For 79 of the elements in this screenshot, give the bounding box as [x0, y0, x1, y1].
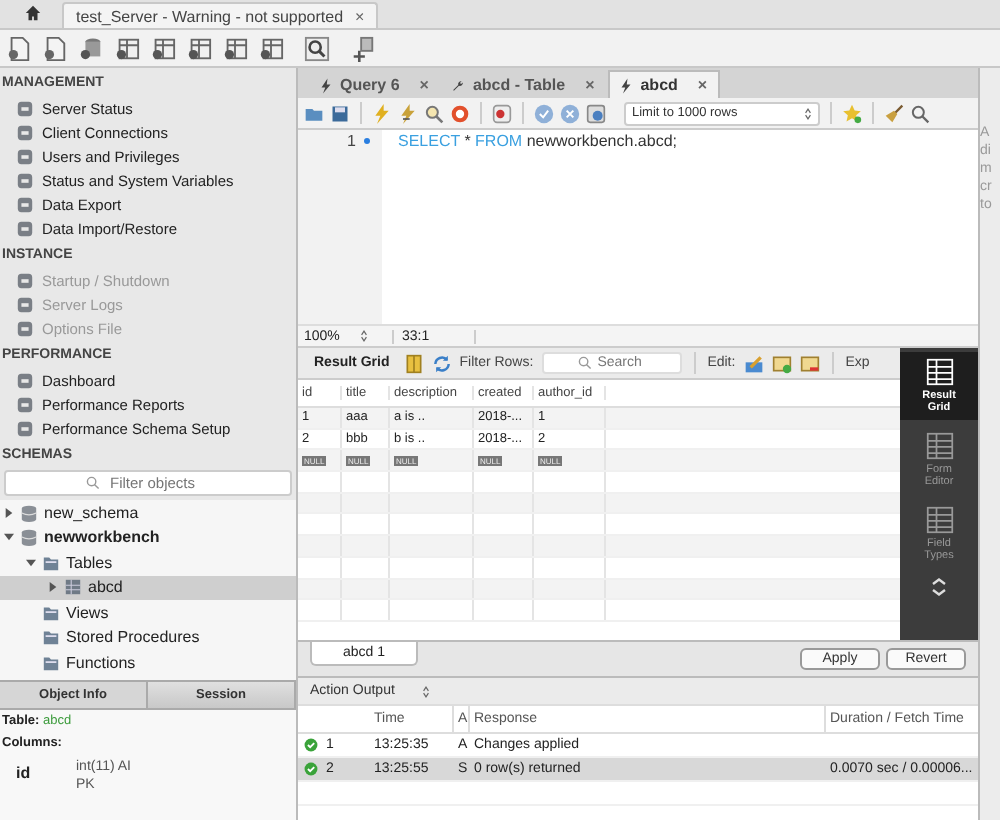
lightning-icon — [320, 77, 332, 93]
wrench-icon — [452, 77, 465, 93]
close-icon[interactable]: × — [585, 76, 595, 94]
close-icon[interactable]: × — [419, 76, 429, 94]
query-tab[interactable]: Query 6 × — [310, 72, 439, 98]
caret-right-icon[interactable] — [48, 582, 58, 593]
window-tab[interactable]: test_Server - Warning - not supported × — [62, 2, 379, 28]
tile-icon — [16, 147, 34, 165]
table-icon[interactable] — [114, 35, 140, 61]
tree-item[interactable]: Functions — [0, 650, 296, 675]
table-icon[interactable] — [186, 35, 212, 61]
tree-item[interactable]: Stored Procedures — [0, 625, 296, 650]
save-icon[interactable] — [330, 103, 350, 123]
stop-icon[interactable] — [450, 103, 470, 123]
home-icon[interactable] — [24, 4, 42, 22]
tree-item[interactable]: Tables — [0, 550, 296, 575]
stepper-icon — [359, 330, 368, 342]
close-icon[interactable]: × — [355, 7, 365, 25]
tree-item[interactable]: new_schema — [0, 500, 296, 525]
table-icon[interactable] — [222, 35, 248, 61]
magnifier-icon[interactable] — [424, 103, 444, 123]
caret-down-icon[interactable] — [26, 557, 36, 568]
caret-right-icon[interactable] — [4, 507, 14, 518]
folder-icon[interactable] — [304, 103, 324, 123]
grid-icon — [925, 432, 953, 460]
tree-item[interactable]: newworkbench — [0, 525, 296, 550]
sql-file-icon[interactable] — [6, 35, 32, 61]
toggle-icon[interactable] — [492, 103, 512, 123]
pencil-icon[interactable] — [743, 353, 764, 373]
search-icon — [577, 356, 592, 370]
tile-icon — [16, 171, 34, 189]
table-icon — [64, 578, 82, 597]
search-icon[interactable] — [910, 103, 930, 123]
search-icon[interactable] — [304, 35, 330, 61]
lightning-icon[interactable] — [398, 103, 418, 123]
tile-icon — [16, 219, 34, 237]
sql-file-icon[interactable] — [42, 35, 68, 61]
database-icon[interactable] — [78, 35, 104, 61]
star-icon[interactable] — [842, 103, 862, 123]
folder-icon — [42, 603, 60, 622]
tile-icon — [16, 395, 34, 413]
grid-icon — [925, 506, 953, 534]
tile-icon — [16, 271, 34, 289]
tile-icon — [16, 195, 34, 213]
query-tab[interactable]: abcd - Table × — [442, 72, 605, 98]
database-icon — [20, 528, 38, 547]
refresh-icon[interactable] — [431, 353, 452, 373]
tree-item[interactable]: abcd — [0, 575, 296, 600]
close-icon[interactable]: × — [697, 76, 708, 94]
column-name: id — [14, 762, 33, 782]
tile-icon — [16, 295, 34, 313]
grid-icon — [925, 358, 953, 386]
code-line: SELECT * FROM newworkbench.abcd; — [398, 132, 677, 150]
line-number: 1 — [347, 132, 356, 150]
add-row-icon[interactable] — [771, 353, 792, 373]
folder-icon — [42, 628, 60, 647]
caret-down-icon[interactable] — [4, 532, 14, 543]
lightning-icon — [620, 77, 633, 93]
stepper-icon — [804, 107, 812, 119]
tile-icon — [16, 99, 34, 117]
tile-icon — [16, 371, 34, 389]
folder-icon — [42, 653, 60, 672]
folder-icon — [42, 553, 60, 572]
table-icon[interactable] — [258, 35, 284, 61]
tile-icon — [16, 123, 34, 141]
check-icon[interactable] — [534, 103, 554, 123]
line-marker-icon — [364, 138, 370, 144]
chevron-icon[interactable] — [930, 576, 948, 598]
tile-icon — [16, 319, 34, 337]
database-icon — [20, 503, 38, 522]
tile-icon — [16, 419, 34, 437]
column-toggle-icon[interactable] — [403, 353, 424, 373]
table-icon[interactable] — [150, 35, 176, 61]
stepper-icon — [422, 685, 431, 697]
search-icon — [86, 476, 100, 490]
delete-row-icon[interactable] — [799, 353, 820, 373]
tree-item[interactable]: Views — [0, 600, 296, 625]
query-tab[interactable]: abcd × — [608, 70, 720, 98]
broom-icon[interactable] — [884, 103, 904, 123]
